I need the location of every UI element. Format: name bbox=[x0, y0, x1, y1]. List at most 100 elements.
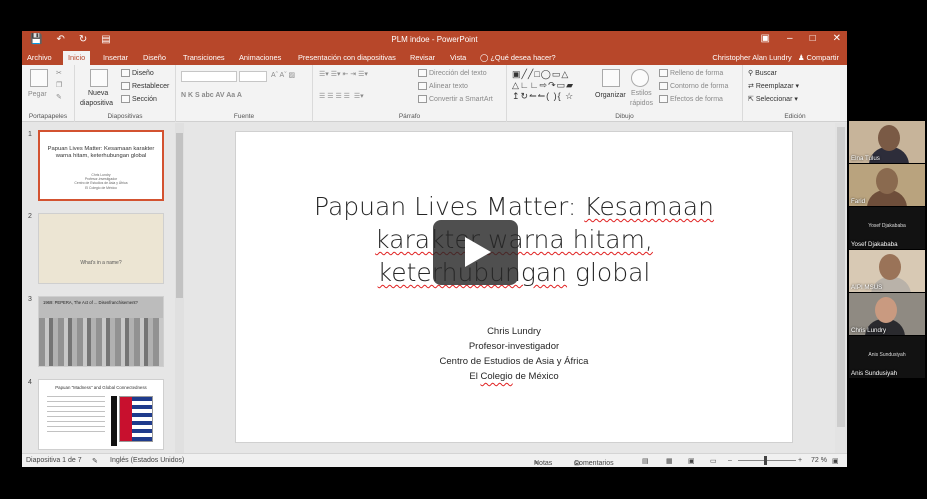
ribbon: Pegar ✂ ❐ ✎ Portapapeles Nueva diapositi… bbox=[22, 65, 847, 122]
new-slide-label-2[interactable]: diapositiva bbox=[80, 100, 113, 107]
zoom-level[interactable]: 72 % bbox=[811, 457, 827, 464]
thumb-text: 1969: PEPERA, The Act of ... Disenfranch… bbox=[43, 300, 138, 305]
copy-icon[interactable]: ❐ bbox=[56, 81, 62, 89]
align-text-icon bbox=[418, 82, 427, 90]
tab-insertar[interactable]: Insertar bbox=[103, 53, 128, 62]
zoom-slider-thumb[interactable] bbox=[764, 456, 767, 465]
zoom-slider[interactable] bbox=[738, 460, 796, 461]
slide-thumbnail-4[interactable]: Papuan "Madness" and Global Connectednes… bbox=[38, 379, 164, 450]
participant-tile[interactable]: Chris Lundry bbox=[849, 293, 925, 335]
select-button[interactable]: ⇱ Seleccionar ▾ bbox=[748, 95, 798, 103]
tab-revisar[interactable]: Revisar bbox=[410, 53, 435, 62]
lightbulb-icon: ◯ bbox=[480, 53, 489, 62]
ribbon-display-icon[interactable]: ▣ bbox=[761, 33, 770, 44]
inst-text: El bbox=[469, 371, 481, 382]
tab-vista[interactable]: Vista bbox=[450, 53, 466, 62]
language[interactable]: Inglés (Estados Unidos) bbox=[110, 457, 184, 464]
slideshow-view-icon[interactable]: ▭ bbox=[710, 457, 717, 465]
quick-styles-icon[interactable] bbox=[631, 69, 649, 87]
participant-tile[interactable]: Yosef Djakababa Yosef Djakababa bbox=[849, 207, 925, 249]
shape-outline-button[interactable]: Contorno de forma bbox=[659, 82, 728, 90]
spellcheck-icon[interactable]: ✎ bbox=[92, 457, 98, 465]
participant-tile[interactable]: AIPI MSUS bbox=[849, 250, 925, 292]
tell-me-box[interactable]: ◯ ¿Qué desea hacer? bbox=[480, 53, 556, 62]
zoom-out-icon[interactable]: – bbox=[728, 457, 732, 464]
slide-thumbnail-1[interactable]: Papuan Lives Matter: Kesamaan karakter w… bbox=[38, 130, 164, 201]
shape-effects-button[interactable]: Efectos de forma bbox=[659, 95, 723, 103]
participant-label: Anis Sundusiyah bbox=[868, 352, 906, 358]
tab-archivo[interactable]: Archivo bbox=[27, 53, 52, 62]
new-slide-icon[interactable] bbox=[90, 69, 108, 87]
format-painter-icon[interactable]: ✎ bbox=[56, 93, 62, 101]
slide-scrollbar[interactable] bbox=[835, 123, 847, 453]
participant-name: Chris Lundry bbox=[851, 327, 887, 334]
fit-slide-icon[interactable]: ▣ bbox=[832, 457, 839, 465]
zoom-in-icon[interactable]: + bbox=[798, 457, 802, 464]
shape-fill-button[interactable]: Relleno de forma bbox=[659, 69, 723, 77]
participant-tile[interactable]: Farid bbox=[849, 164, 925, 206]
replace-button[interactable]: ⇄ Reemplazar ▾ bbox=[748, 82, 799, 90]
current-slide[interactable]: Papuan Lives Matter: Kesamaan karakter w… bbox=[235, 131, 793, 443]
tab-inicio[interactable]: Inicio bbox=[63, 51, 91, 65]
participant-tile[interactable]: Anis Sundusiyah Anis Sundusiyah bbox=[849, 336, 925, 378]
quick-styles-label-2[interactable]: rápidos bbox=[630, 100, 653, 107]
layout-button[interactable]: Diseño bbox=[121, 69, 154, 77]
cut-icon[interactable]: ✂ bbox=[56, 69, 62, 77]
reading-view-icon[interactable]: ▣ bbox=[688, 457, 695, 465]
font-grow-icon[interactable]: Aˆ Aˇ ▨ bbox=[271, 71, 295, 79]
thumb-number: 1 bbox=[28, 131, 32, 138]
close-icon[interactable]: ✕ bbox=[833, 33, 841, 44]
group-label: Portapapeles bbox=[28, 113, 68, 120]
paste-icon[interactable] bbox=[30, 69, 48, 87]
shape-outline-label: Contorno de forma bbox=[670, 82, 729, 90]
arrange-icon[interactable] bbox=[602, 69, 620, 87]
font-size-field[interactable] bbox=[239, 71, 267, 82]
user-name: Christopher Alan Lundry bbox=[712, 53, 792, 62]
minimize-icon[interactable]: – bbox=[787, 33, 793, 44]
font-name-field[interactable] bbox=[181, 71, 237, 82]
slide-thumbnail-3[interactable]: 1969: PEPERA, The Act of ... Disenfranch… bbox=[38, 296, 164, 367]
thumbs-scrollbar[interactable] bbox=[175, 123, 184, 453]
find-button[interactable]: ⚲ Buscar bbox=[748, 69, 777, 77]
text-direction-label: Dirección del texto bbox=[429, 69, 487, 77]
font-format-buttons[interactable]: N K S abc AV Aa A bbox=[181, 92, 242, 99]
quick-styles-label[interactable]: Estilos bbox=[631, 90, 652, 97]
participant-name: Yosef Djakababa bbox=[851, 241, 898, 248]
sorter-view-icon[interactable]: ▦ bbox=[666, 457, 673, 465]
paste-button[interactable]: Pegar bbox=[28, 91, 47, 98]
tab-animaciones[interactable]: Animaciones bbox=[239, 53, 281, 62]
slide-thumbnail-2[interactable]: What's in a name? bbox=[38, 213, 164, 284]
thumbs-scroll-thumb[interactable] bbox=[176, 133, 183, 298]
slide-subtitle[interactable]: Chris Lundry Profesor-investigador Centr… bbox=[236, 324, 792, 384]
new-slide-label[interactable]: Nueva bbox=[88, 90, 108, 97]
shapes-gallery[interactable]: ▣╱╱□◯▭△ △∟∟⇨↷▭▰ ↥↻↼↼( ){ ☆ bbox=[512, 69, 574, 102]
section-button[interactable]: Sección bbox=[121, 95, 157, 103]
tab-transiciones[interactable]: Transiciones bbox=[183, 53, 225, 62]
align-text-button[interactable]: Alinear texto bbox=[418, 82, 468, 90]
text-direction-button[interactable]: Dirección del texto bbox=[418, 69, 487, 77]
slide-scroll-thumb[interactable] bbox=[837, 127, 845, 427]
group-fuente: Aˆ Aˇ ▨ N K S abc AV Aa A Fuente bbox=[176, 65, 313, 122]
select-label: Seleccionar bbox=[755, 96, 793, 103]
tab-presentacion[interactable]: Presentación con diapositivas bbox=[298, 53, 396, 62]
arrange-button[interactable]: Organizar bbox=[595, 92, 626, 99]
thumb-flag-image bbox=[119, 396, 153, 442]
list-buttons[interactable]: ☰▾ ☰▾ ⇤ ⇥ ☰▾ bbox=[319, 70, 368, 78]
reset-button[interactable]: Restablecer bbox=[121, 82, 169, 90]
status-bar: Diapositiva 1 de 7 ✎ Inglés (Estados Uni… bbox=[22, 453, 847, 467]
thumb-image bbox=[111, 396, 117, 446]
participant-tile[interactable]: Elna Tulus bbox=[849, 121, 925, 163]
smartart-label: Convertir a SmartArt bbox=[429, 95, 493, 103]
cursor-icon: ⇱ bbox=[748, 96, 754, 103]
align-buttons[interactable]: ☰ ☰ ☰ ☰ ☰▾ bbox=[319, 92, 364, 100]
institution: El Colegio de México bbox=[236, 369, 792, 384]
tab-diseno[interactable]: Diseño bbox=[143, 53, 166, 62]
normal-view-icon[interactable]: ▤ bbox=[642, 457, 649, 465]
play-icon[interactable] bbox=[433, 220, 518, 285]
share-button[interactable]: Compartir bbox=[807, 53, 839, 62]
account-area[interactable]: Christopher Alan Lundry ♟ Compartir bbox=[712, 53, 839, 62]
window-controls: ▣ – □ ✕ bbox=[761, 33, 841, 44]
smartart-button[interactable]: Convertir a SmartArt bbox=[418, 95, 493, 103]
maximize-icon[interactable]: □ bbox=[810, 33, 816, 44]
comments-label: Comentarios bbox=[574, 460, 614, 467]
